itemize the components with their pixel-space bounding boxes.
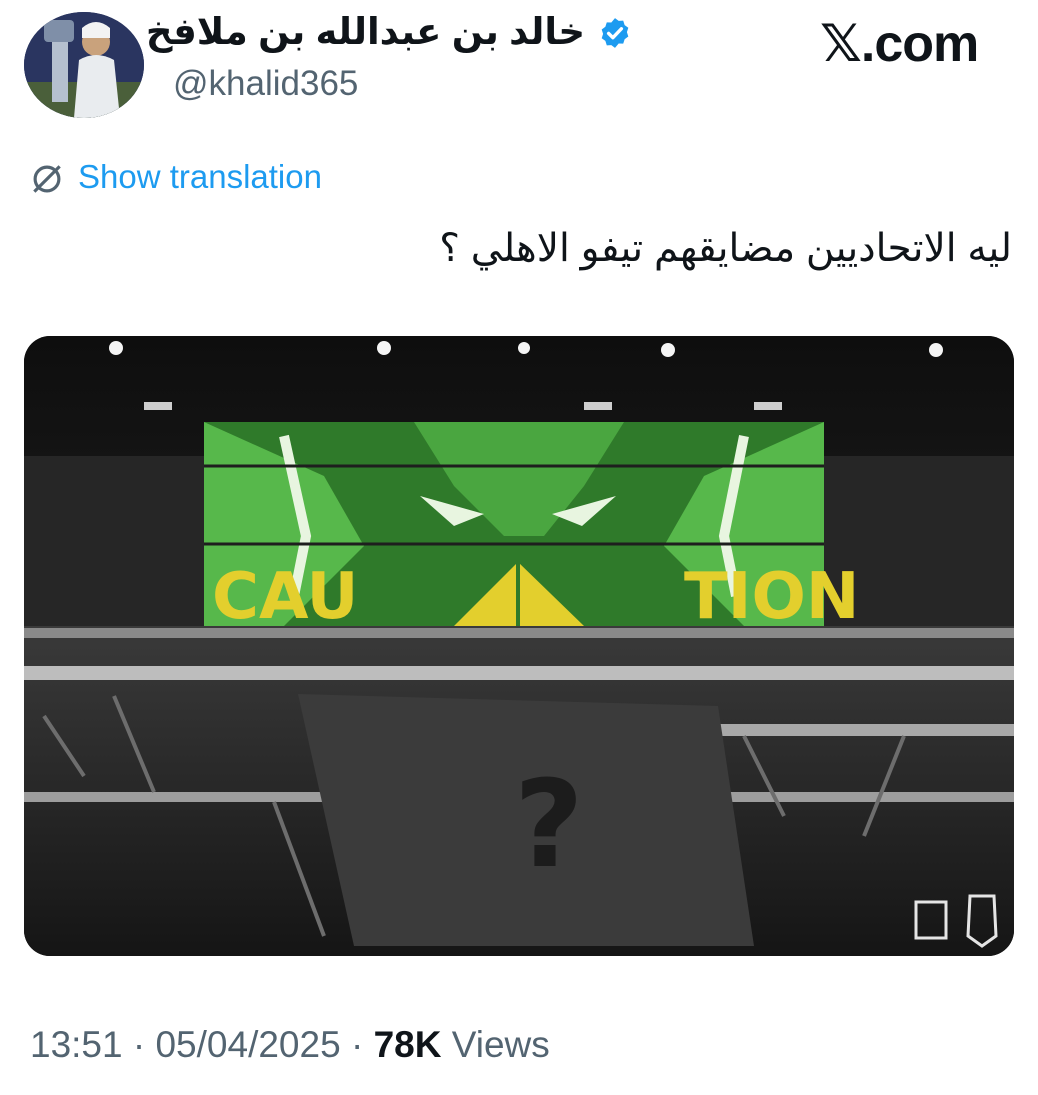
meta-separator: · [132,1024,146,1065]
tweet-text: ليه الاتحاديين مضايقهم تيفو الاهلي ؟ [439,227,1012,270]
question-mark: ? [514,756,584,895]
tweet-time[interactable]: 13:51 [30,1024,123,1065]
tweet-meta: 13:51 · 05/04/2025 · 78K Views [30,1024,550,1066]
brand-logo: 𝕏.com [820,15,979,73]
globe-icon[interactable] [28,160,66,198]
tweet-media-image[interactable]: CAU TION ? [24,336,1014,956]
tifo-caution-right: TION [684,560,859,634]
tifo-caution-left: CAU [212,560,359,634]
verified-badge-icon [601,18,629,48]
views-count: 78K [373,1024,442,1065]
author-handle[interactable]: @khalid365 [173,64,358,104]
author-display-name[interactable]: خالد بن عبدالله بن ملافخ [146,10,585,54]
tweet-date[interactable]: 05/04/2025 [155,1024,340,1065]
show-translation-link[interactable]: Show translation [78,158,322,196]
avatar[interactable] [24,12,144,118]
views-label: Views [451,1024,550,1065]
meta-separator: · [350,1024,364,1065]
